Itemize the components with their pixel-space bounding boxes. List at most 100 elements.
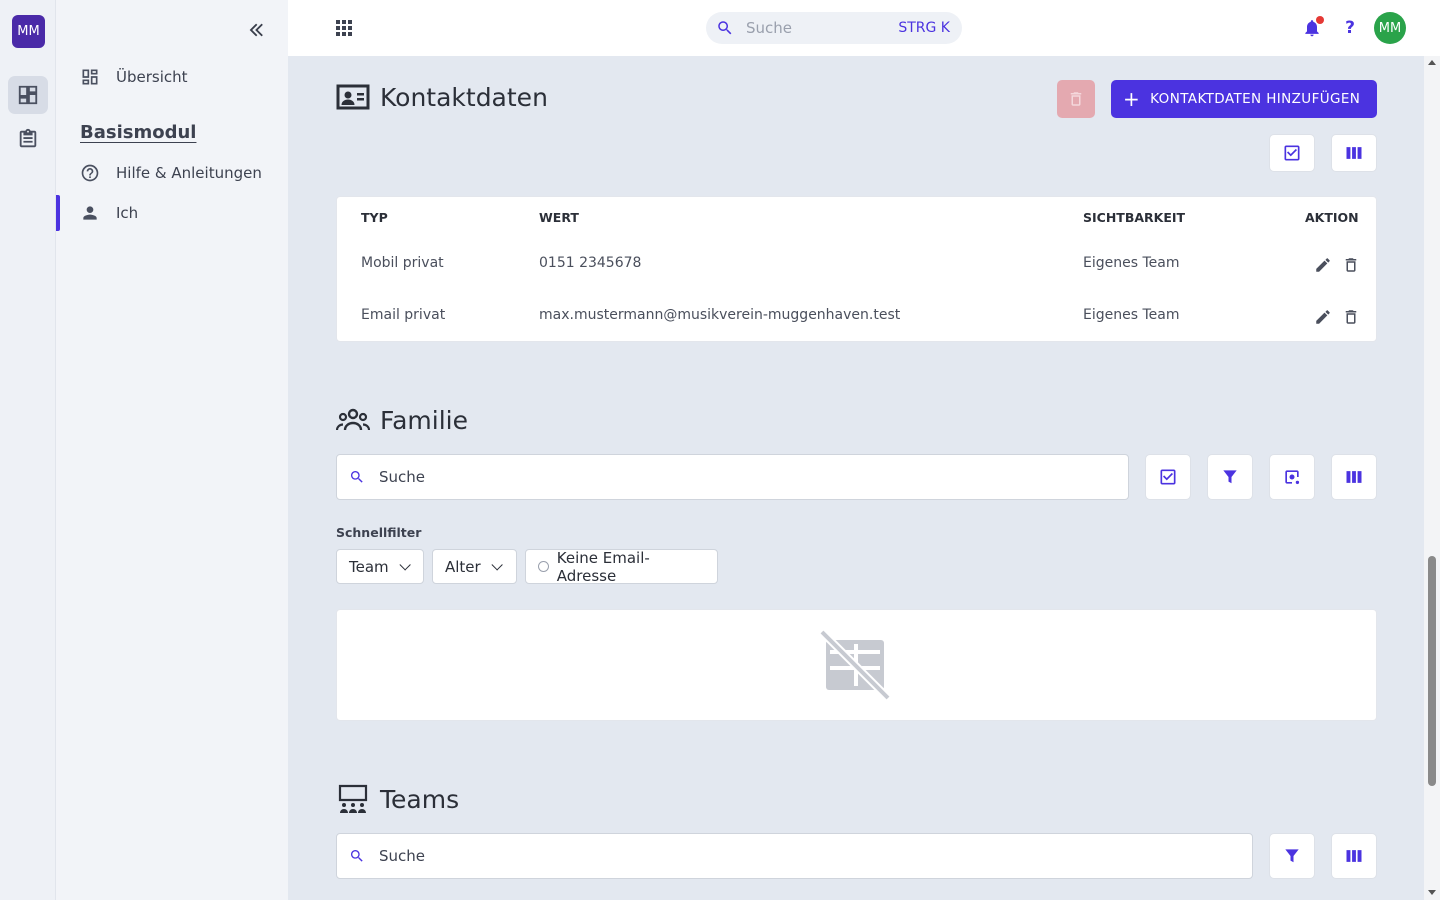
delete-row-button[interactable] [1342, 256, 1360, 274]
scroll-up-arrow[interactable] [1428, 60, 1436, 65]
dashboard-rail-button[interactable] [8, 76, 48, 114]
delete-selected-button[interactable] [1057, 80, 1095, 118]
add-contact-button[interactable]: + KONTAKTDATEN HINZUFÜGEN [1111, 80, 1377, 118]
trash-icon [1070, 92, 1082, 106]
columns-button[interactable] [1331, 454, 1377, 500]
organization-avatar[interactable]: MM [12, 15, 45, 48]
filter-chip-label: Team [349, 557, 389, 576]
add-contact-label: KONTAKTDATEN HINZUFÜGEN [1150, 91, 1361, 107]
app-rail: MM [0, 0, 56, 900]
team-presentation-icon [338, 784, 368, 813]
filter-chip-team[interactable]: Team [336, 549, 424, 584]
column-header-sichtbarkeit[interactable]: SICHTBARKEIT [1083, 210, 1185, 225]
chevron-down-icon [491, 558, 503, 571]
filter-icon [1285, 849, 1299, 863]
search-shortcut: STRG K [898, 20, 950, 36]
global-search-input[interactable]: Suche STRG K [706, 12, 962, 44]
select-rows-button[interactable] [1145, 454, 1191, 500]
trash-icon [1345, 310, 1357, 324]
group-icon [336, 408, 370, 431]
search-placeholder: Suche [379, 468, 426, 486]
cell-sichtbarkeit: Eigenes Team [1083, 307, 1180, 323]
column-header-typ[interactable]: TYP [361, 210, 388, 225]
search-icon [351, 471, 363, 483]
notifications-button[interactable] [1302, 16, 1324, 38]
sidebar-item-label: Hilfe & Anleitungen [116, 164, 262, 182]
notification-badge [1316, 16, 1324, 24]
side-panel: Übersicht Basismodul Hilfe & Anleitungen… [56, 0, 288, 900]
section-title: Kontaktdaten [380, 82, 548, 112]
help-circle-icon [81, 164, 99, 182]
filter-chip-label: Keine Email-Adresse [556, 548, 650, 585]
user-avatar[interactable]: MM [1374, 12, 1406, 44]
pencil-icon [1316, 258, 1330, 272]
cell-wert: 0151 2345678 [539, 255, 642, 271]
collapse-sidebar-button[interactable] [246, 19, 268, 41]
top-bar: Suche STRG K ? MM [288, 0, 1440, 56]
cell-sichtbarkeit: Eigenes Team [1083, 255, 1180, 271]
teams-search-input[interactable]: Suche [336, 833, 1253, 879]
checklist-icon [1284, 145, 1300, 161]
scrollbar-thumb[interactable] [1428, 556, 1436, 786]
search-placeholder: Suche [746, 19, 793, 37]
family-search-input[interactable]: Suche [336, 454, 1129, 500]
sidebar-item-label: Übersicht [116, 68, 188, 86]
sidebar-item-label: Ich [116, 204, 139, 222]
search-icon [718, 21, 732, 35]
column-header-wert[interactable]: WERT [539, 210, 579, 225]
section-heading-teams: Teams [336, 784, 459, 814]
view-columns-icon [1346, 850, 1362, 862]
section-title-basismodul[interactable]: Basismodul [80, 122, 196, 143]
columns-button[interactable] [1331, 833, 1377, 879]
trash-icon [1345, 258, 1357, 272]
cell-typ: Email privat [361, 307, 446, 323]
view-columns-icon [1346, 471, 1362, 483]
section-title: Familie [380, 405, 468, 435]
cell-wert: max.mustermann@musikverein-muggenhaven.t… [539, 307, 901, 323]
scroll-down-arrow[interactable] [1428, 890, 1436, 895]
page-scrollbar[interactable] [1424, 56, 1440, 900]
cell-typ: Mobil privat [361, 255, 444, 271]
quickfilter-label: Schnellfilter [336, 525, 422, 540]
apps-menu-button[interactable] [332, 16, 356, 40]
filter-chip-label: Alter [445, 557, 481, 576]
focus-icon [1285, 470, 1300, 485]
filter-icon [1223, 470, 1237, 484]
section-heading-kontaktdaten: Kontaktdaten [336, 82, 548, 112]
chevron-down-icon [399, 558, 411, 571]
dashboard-icon [18, 85, 38, 105]
edit-row-button[interactable] [1314, 256, 1332, 274]
search-icon [351, 850, 363, 862]
filter-button[interactable] [1269, 833, 1315, 879]
section-heading-familie: Familie [336, 405, 468, 435]
clipboard-rail-button[interactable] [8, 120, 48, 158]
column-header-aktion: AKTION [1305, 210, 1359, 225]
select-rows-button[interactable] [1269, 134, 1315, 172]
clipboard-icon [19, 128, 37, 148]
help-button[interactable]: ? [1340, 16, 1360, 40]
checklist-icon [1160, 469, 1176, 485]
sidebar-item-ich[interactable]: Ich [56, 195, 288, 231]
sidebar-item-help[interactable]: Hilfe & Anleitungen [56, 155, 288, 191]
pencil-icon [1316, 310, 1330, 324]
columns-button[interactable] [1331, 134, 1377, 172]
apps-grid-icon [336, 20, 352, 36]
filter-chip-alter[interactable]: Alter [432, 549, 517, 584]
section-title: Teams [380, 784, 460, 814]
contact-card-icon [336, 84, 370, 110]
double-chevron-left-icon [249, 23, 263, 37]
search-placeholder: Suche [379, 847, 426, 865]
person-icon [83, 206, 97, 220]
filter-chip-no-email[interactable]: Keine Email-Adresse [525, 548, 718, 585]
sidebar-item-overview[interactable]: Übersicht [56, 59, 288, 95]
radio-icon [538, 561, 549, 572]
delete-row-button[interactable] [1342, 308, 1360, 326]
focus-view-button[interactable] [1269, 454, 1315, 500]
view-columns-icon [1346, 147, 1362, 159]
plus-icon: + [1123, 87, 1141, 111]
contacts-table: TYP WERT SICHTBARKEIT AKTION Mobil priva… [336, 196, 1377, 342]
filter-button[interactable] [1207, 454, 1253, 500]
dashboard-icon [82, 69, 98, 85]
no-data-table-icon [819, 629, 891, 701]
edit-row-button[interactable] [1314, 308, 1332, 326]
